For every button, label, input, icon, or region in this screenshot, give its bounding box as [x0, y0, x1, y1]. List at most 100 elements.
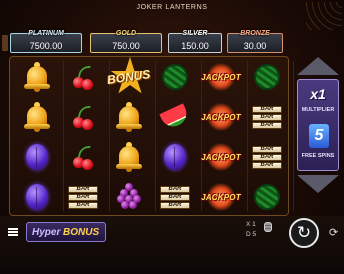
reel-cell [60, 57, 106, 97]
reel-cell: BONUS [106, 57, 152, 97]
reel-cell [106, 177, 152, 217]
scroll-up-arrow-icon[interactable] [297, 57, 339, 75]
reel-cell: BAR BAR BAR [152, 177, 198, 217]
jackpot-text: JACKPOT [201, 72, 241, 82]
reel-cell: JACKPOT [198, 97, 244, 137]
jackpot-symbol: JACKPOT [201, 101, 241, 133]
reel-cell: JACKPOT [198, 57, 244, 97]
jackpot-text: JACKPOT [201, 192, 241, 202]
reel-grid: BAR BAR BAR BONUS BAR BAR BAR JACKPOT JACKPOT JAC… [9, 56, 294, 217]
bell-symbol [24, 102, 50, 132]
reel-6: BAR BAR BAR BAR BAR BAR [244, 57, 294, 217]
coin-stack-icon[interactable] [264, 222, 272, 232]
reel-5: JACKPOT JACKPOT JACKPOT JACKPOT [198, 57, 248, 217]
jackpot-symbol: JACKPOT [201, 61, 241, 93]
jackpot-label: SILVER [182, 30, 208, 37]
reel-4: BAR BAR BAR [152, 57, 202, 217]
bell-symbol [116, 142, 142, 172]
spin-button[interactable]: ↻ [289, 218, 319, 248]
jackpot-value: 7500.00 [29, 41, 63, 51]
bar-plate: BAR [160, 201, 190, 209]
reel-cell [152, 97, 198, 137]
reel-cell: BAR BAR BAR [244, 137, 290, 177]
reel-cell [152, 57, 198, 97]
plum-symbol [164, 144, 186, 170]
bar-symbol: BAR BAR BAR [252, 145, 282, 169]
bar-plate: BAR [252, 113, 282, 121]
logo-part-1: Hyper [32, 227, 61, 238]
jackpot-bar-left-cap [2, 35, 8, 51]
jackpot-value: 750.00 [112, 41, 140, 51]
reel-cell: JACKPOT [198, 137, 244, 177]
bottom-control-bar: Hyper BONUS X 1 D 5 ↻ ⟳ [0, 216, 344, 274]
reel-cell: JACKPOT [198, 177, 244, 217]
game-stage: JOKER LANTERNS PLATINUM 7500.00 GOLD 750… [0, 0, 344, 274]
reel-cell [14, 57, 60, 97]
bell-symbol [24, 62, 50, 92]
reel-cell [244, 177, 290, 217]
reel-1 [14, 57, 64, 217]
reel-cell [14, 137, 60, 177]
jackpot-text: JACKPOT [201, 152, 241, 162]
jackpot-label: BRONZE [240, 30, 270, 37]
game-title: JOKER LANTERNS [136, 4, 208, 11]
bar-plate: BAR [252, 145, 282, 153]
watermelon-symbol [162, 64, 188, 90]
jackpot-label: GOLD [115, 30, 137, 37]
plum-symbol [26, 144, 48, 170]
bar-plate: BAR [252, 161, 282, 169]
reel-cell [60, 137, 106, 177]
jackpot-silver: SILVER 150.00 [168, 30, 222, 53]
jackpot-gold: GOLD 750.00 [90, 30, 162, 53]
bar-plate: BAR [160, 185, 190, 193]
bar-plate: BAR [252, 153, 282, 161]
bar-symbol: BAR BAR BAR [68, 185, 98, 209]
bar-plate: BAR [160, 193, 190, 201]
bar-symbol: BAR BAR BAR [160, 185, 190, 209]
reel-cell [60, 97, 106, 137]
multiplier-value: x1 [310, 86, 326, 102]
free-spins-count: 5 [309, 124, 329, 148]
jackpot-label: PLATINUM [28, 30, 64, 37]
bar-plate: BAR [68, 201, 98, 209]
jackpot-symbol: JACKPOT [201, 141, 241, 173]
coin-label: D 5 [246, 231, 257, 238]
watermelon-symbol [254, 64, 280, 90]
reel-cell: BAR BAR BAR [60, 177, 106, 217]
watermelon-symbol [254, 184, 280, 210]
watermelon-slice-symbol [159, 103, 191, 131]
reel-cell [14, 177, 60, 217]
jackpot-text: JACKPOT [201, 112, 241, 122]
jackpot-bronze: BRONZE 30.00 [227, 30, 283, 53]
cherry-symbol [71, 104, 95, 130]
reel-2: BAR BAR BAR [60, 57, 110, 217]
autoplay-icon[interactable]: ⟳ [329, 226, 338, 239]
bonus-symbol: BONUS [106, 57, 152, 97]
bar-plate: BAR [252, 105, 282, 113]
jackpot-value: 150.00 [181, 41, 209, 51]
lines-label: X 1 [246, 221, 256, 228]
scroll-down-arrow-icon[interactable] [297, 175, 339, 193]
jackpot-symbol: JACKPOT [201, 181, 241, 213]
bonus-text: BONUS [106, 67, 152, 87]
reel-cell [106, 137, 152, 177]
reel-cell [106, 97, 152, 137]
reel-cell [14, 97, 60, 137]
grapes-symbol [117, 183, 141, 211]
bar-symbol: BAR BAR BAR [252, 105, 282, 129]
jackpot-platinum: PLATINUM 7500.00 [10, 30, 82, 53]
jackpot-value: 30.00 [243, 41, 267, 51]
plum-symbol [26, 184, 48, 210]
multiplier-panel: x1 MULTIPLIER 5 FREE SPINS [297, 79, 339, 171]
reel-3: BONUS [106, 57, 156, 217]
reel-cell: BAR BAR BAR [244, 97, 290, 137]
bar-plate: BAR [252, 121, 282, 129]
bar-plate: BAR [68, 185, 98, 193]
reel-cell [152, 137, 198, 177]
hyper-bonus-logo: Hyper BONUS [26, 222, 106, 242]
cherry-symbol [71, 64, 95, 90]
multiplier-label: MULTIPLIER [301, 107, 335, 113]
logo-part-2: BONUS [63, 227, 100, 238]
menu-icon[interactable] [8, 228, 18, 236]
free-spins-label: FREE SPINS [301, 153, 335, 159]
